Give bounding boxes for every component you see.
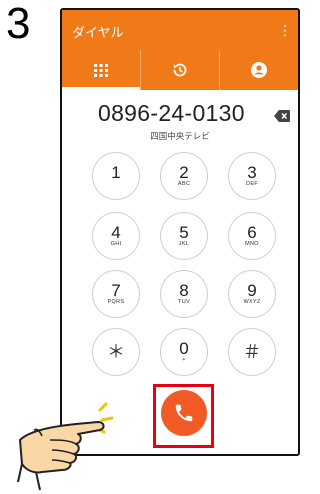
key-letters: JKL [178,241,190,247]
key-star[interactable]: ＊ [92,328,140,376]
key-letters: + [182,357,186,363]
key-6[interactable]: 6 MNO [228,212,276,260]
key-letters: MNO [245,241,259,247]
key-digit: 4 [111,223,121,242]
key-letters: TUV [178,299,190,305]
key-4[interactable]: 4 GHI [92,212,140,260]
key-0[interactable]: 0 + [160,328,208,376]
key-digit: ＊ [107,342,125,362]
key-digit: 8 [179,281,189,300]
key-letters: ABC [177,181,191,187]
key-7[interactable]: 7 PQRS [92,270,140,318]
phone-icon [175,404,193,422]
key-digit: 6 [247,223,257,242]
key-2[interactable]: 2 ABC [160,152,208,200]
key-letters: PQRS [107,299,125,305]
phone-screen: ダイヤル ⋮ 0896-24-0130 四国中央テレビ 1 2 ABC 3 DE… [60,8,300,456]
key-5[interactable]: 5 JKL [160,212,208,260]
key-digit: ＃ [243,342,261,362]
step-number: 3 [6,0,31,48]
key-digit: 2 [179,163,189,182]
key-3[interactable]: 3 DEF [228,152,276,200]
key-letters: DEF [246,181,258,187]
key-8[interactable]: 8 TUV [160,270,208,318]
key-digit: 9 [247,281,257,300]
key-digit: 1 [111,163,121,182]
call-button[interactable] [161,390,207,436]
key-digit: 3 [247,163,257,182]
key-9[interactable]: 9 WXYZ [228,270,276,318]
key-letters: GHI [110,241,122,247]
pointing-hand-icon [17,402,114,491]
key-hash[interactable]: ＃ [228,328,276,376]
key-digit: 0 [179,339,189,358]
key-digit: 7 [111,281,121,300]
key-digit: 5 [179,223,189,242]
key-letters: WXYZ [243,299,261,305]
key-1[interactable]: 1 [92,152,140,200]
